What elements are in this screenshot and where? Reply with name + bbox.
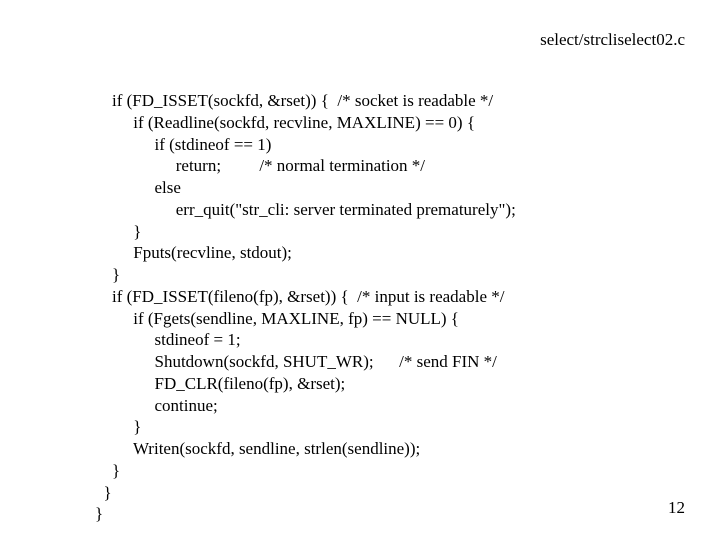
code-block: if (FD_ISSET(sockfd, &rset)) { /* socket… (95, 90, 516, 525)
source-file-title: select/strcliselect02.c (540, 30, 685, 50)
page-number: 12 (668, 498, 685, 518)
